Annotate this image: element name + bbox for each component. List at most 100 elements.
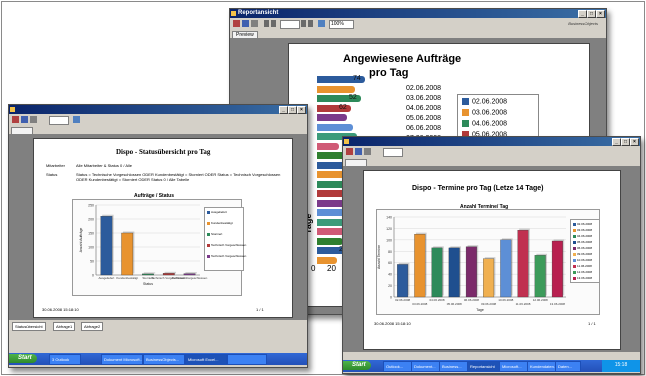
legend-entry: 12.06.2008 xyxy=(573,270,592,274)
report-page: Dispo - Statusübersicht pro Tag Mitarbei… xyxy=(33,138,293,318)
minimize-button[interactable]: _ xyxy=(578,10,587,18)
x-axis-label: Tage xyxy=(476,308,484,312)
x-tick-label: 10.06.2008 xyxy=(498,298,513,302)
bar xyxy=(183,273,196,276)
task-0[interactable]: Outlook... xyxy=(383,361,413,372)
next-page-icon[interactable] xyxy=(301,20,306,27)
sheet-tab-1[interactable]: Abfrage1 xyxy=(53,322,76,331)
print-icon[interactable] xyxy=(233,20,240,27)
task-6[interactable]: Daten... xyxy=(555,361,581,372)
minimize-button[interactable]: _ xyxy=(279,106,288,114)
sheet-tab-2[interactable]: Abfrage2 xyxy=(81,322,104,331)
y-axis-label: Anzahl Aufträge xyxy=(79,228,83,253)
maximize-button[interactable]: □ xyxy=(288,106,297,114)
x-tick-label: 05.06.2008 xyxy=(447,302,462,306)
start-button[interactable]: Start xyxy=(343,361,371,370)
y-tick-label: 120 xyxy=(386,227,392,231)
y-tick-label: 20 xyxy=(388,284,392,288)
legend-swatch xyxy=(207,232,210,236)
window-title: Reportansicht xyxy=(238,10,279,16)
legend-entry: Technisch Vorgeschlossen xyxy=(207,243,246,247)
refresh-icon[interactable] xyxy=(364,148,371,155)
task-3[interactable]: Reportansicht xyxy=(467,361,501,372)
back-bar xyxy=(317,152,345,159)
legend-label: 13.06.2008 xyxy=(577,276,593,280)
legend-swatch xyxy=(573,270,576,274)
export-icon[interactable] xyxy=(355,148,362,155)
tab-bar xyxy=(9,126,307,134)
print-icon[interactable] xyxy=(12,116,19,123)
bar xyxy=(534,255,546,298)
search-icon[interactable] xyxy=(318,20,325,27)
x-tick-label: Kundenbestätigt xyxy=(116,276,138,280)
task-2[interactable]: BusinessObjects... xyxy=(143,354,185,365)
print-icon[interactable] xyxy=(346,148,353,155)
x-tick-label: 06.06.2008 xyxy=(464,298,479,302)
bar-shadow xyxy=(143,272,156,274)
back-bar xyxy=(317,85,355,93)
tab-preview[interactable]: Preview xyxy=(232,31,258,38)
maximize-button[interactable]: □ xyxy=(587,10,596,18)
task-4[interactable]: Microsoft... xyxy=(499,361,529,372)
legend-label: 04.06.2008 xyxy=(472,120,508,128)
page-number-field[interactable] xyxy=(383,148,403,157)
maximize-button[interactable]: □ xyxy=(621,138,630,146)
refresh-icon[interactable] xyxy=(251,20,258,27)
close-button[interactable]: × xyxy=(630,138,639,146)
legend-swatch xyxy=(207,243,210,247)
x-tick-label: Technisch Vorgeschlossen xyxy=(172,276,208,280)
task-3[interactable]: Microsoft Excel... xyxy=(185,354,227,365)
taskbar: Start 3 Outlook Dokument Microsoft... Bu… xyxy=(9,353,307,365)
chart-legend: 02.06.2008 03.06.2008 04.06.2008 05.06.2008… xyxy=(570,219,600,283)
last-page-icon[interactable] xyxy=(308,20,313,27)
page-number-field[interactable] xyxy=(49,116,69,125)
legend-entry: 02.06.2008 xyxy=(462,98,507,105)
task-4[interactable] xyxy=(227,354,267,365)
task-1[interactable]: Dokument... xyxy=(411,361,441,372)
legend-swatch xyxy=(462,120,469,127)
start-button[interactable]: Start xyxy=(9,354,37,363)
legend-label: 10.06.2008 xyxy=(577,258,593,262)
legend-label: 05.06.2008 xyxy=(577,240,593,244)
task-0[interactable]: 3 Outlook xyxy=(49,354,81,365)
minimize-button[interactable]: _ xyxy=(612,138,621,146)
y-tick-label: 200 xyxy=(88,218,94,222)
legend-entry: Ausgeliefert xyxy=(207,210,227,214)
zoom-select[interactable]: 100% xyxy=(329,20,354,29)
legend-entry: 13.06.2008 xyxy=(573,276,592,280)
bar xyxy=(431,247,443,298)
prev-page-icon[interactable] xyxy=(271,20,276,27)
legend-entry: 04.06.2008 xyxy=(573,234,592,238)
bar xyxy=(448,247,460,298)
export-icon[interactable] xyxy=(21,116,28,123)
tab-bar: Preview xyxy=(230,30,606,38)
refresh-icon[interactable] xyxy=(30,116,37,123)
x-tick-label: 09.06.2008 xyxy=(481,302,496,306)
close-button[interactable]: × xyxy=(297,106,306,114)
report-window-status: _ □ × Dispo - Statusübersicht pro Tag Mi… xyxy=(8,104,308,368)
legend-entry: 02.06.2008 xyxy=(573,222,592,226)
tab-preview[interactable] xyxy=(11,127,33,134)
y-tick-label: 40 xyxy=(388,273,392,277)
x-tick-label: 11.06.2008 xyxy=(516,302,531,306)
legend-entry: Kundenbestätigt xyxy=(207,221,233,225)
search-icon[interactable] xyxy=(73,116,80,123)
bar xyxy=(121,232,134,276)
legend-label: 03.06.2008 xyxy=(577,228,593,232)
first-page-icon[interactable] xyxy=(264,20,269,27)
back-bar-value: 74 xyxy=(353,75,361,82)
tab-preview[interactable] xyxy=(345,159,367,166)
legend-entry: 03.06.2008 xyxy=(462,109,507,116)
export-icon[interactable] xyxy=(242,20,249,27)
page-number-field[interactable] xyxy=(280,20,300,29)
y-tick-label: 100 xyxy=(386,238,392,242)
sheet-tab-0[interactable]: Statusübersicht xyxy=(12,322,46,331)
legend-swatch xyxy=(207,210,210,214)
task-5[interactable]: Kundendaten... xyxy=(527,361,557,372)
legend-swatch xyxy=(573,246,576,250)
legend-swatch xyxy=(462,98,469,105)
task-1[interactable]: Dokument Microsoft... xyxy=(101,354,143,365)
close-button[interactable]: × xyxy=(596,10,605,18)
task-2[interactable]: Business... xyxy=(439,361,469,372)
bar xyxy=(500,239,512,298)
